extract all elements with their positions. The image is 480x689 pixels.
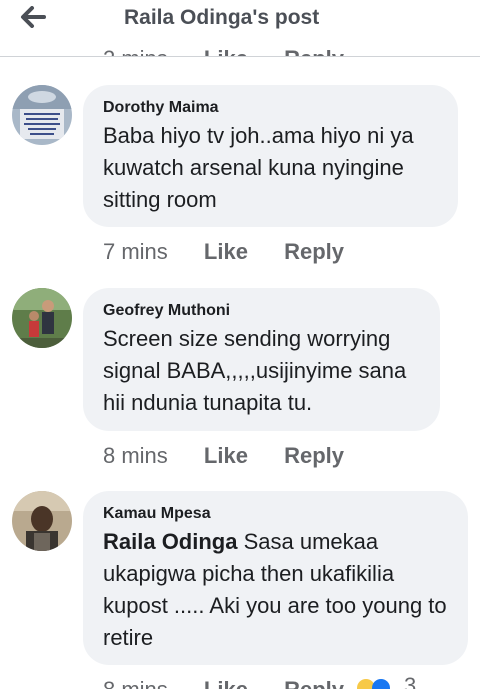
page-title: Raila Odinga's post: [124, 6, 320, 29]
like-button[interactable]: Like: [204, 443, 248, 468]
comment-text: Screen size sending worrying signal BABA…: [103, 326, 407, 415]
comment-bubble[interactable]: Dorothy Maima Baba hiyo tv joh..ama hiyo…: [83, 85, 458, 227]
comment-text: Raila Odinga Sasa umekaa ukapigwa picha …: [103, 526, 448, 654]
reaction-summary[interactable]: 3: [356, 677, 416, 689]
comment-meta: 7 mins Like Reply: [103, 239, 374, 265]
comment-time: 7 mins: [103, 239, 168, 264]
like-button[interactable]: Like: [204, 46, 248, 56]
comment-time: 8 mins: [103, 677, 168, 689]
back-arrow-icon[interactable]: [20, 6, 52, 28]
comment-meta: 8 mins Like Reply: [103, 443, 374, 469]
comment-bubble[interactable]: Geofrey Muthoni Screen size sending worr…: [83, 288, 440, 431]
avatar[interactable]: [12, 491, 72, 551]
comment-meta: 8 mins Like Reply: [103, 676, 374, 689]
reply-button[interactable]: Reply: [284, 443, 344, 468]
like-button[interactable]: Like: [204, 677, 248, 689]
avatar[interactable]: [12, 85, 72, 145]
like-reaction-icon: [372, 679, 390, 689]
avatar[interactable]: [12, 288, 72, 348]
previous-comment-meta: 2 mins Like Reply: [103, 40, 374, 56]
comment-text: Baba hiyo tv joh..ama hiyo ni ya kuwatch…: [103, 123, 414, 212]
reply-button[interactable]: Reply: [284, 46, 344, 56]
reply-button[interactable]: Reply: [284, 677, 344, 689]
comment-time: 2 mins: [103, 46, 168, 56]
mention-link[interactable]: Raila Odinga: [103, 529, 237, 554]
comment-time: 8 mins: [103, 443, 168, 468]
reaction-count: 3: [404, 677, 416, 689]
comment-author[interactable]: Kamau Mpesa: [103, 505, 448, 523]
like-button[interactable]: Like: [204, 239, 248, 264]
comment-bubble[interactable]: Kamau Mpesa Raila Odinga Sasa umekaa uka…: [83, 491, 468, 665]
comment-author[interactable]: Geofrey Muthoni: [103, 302, 420, 320]
reply-button[interactable]: Reply: [284, 239, 344, 264]
comment-author[interactable]: Dorothy Maima: [103, 99, 438, 117]
